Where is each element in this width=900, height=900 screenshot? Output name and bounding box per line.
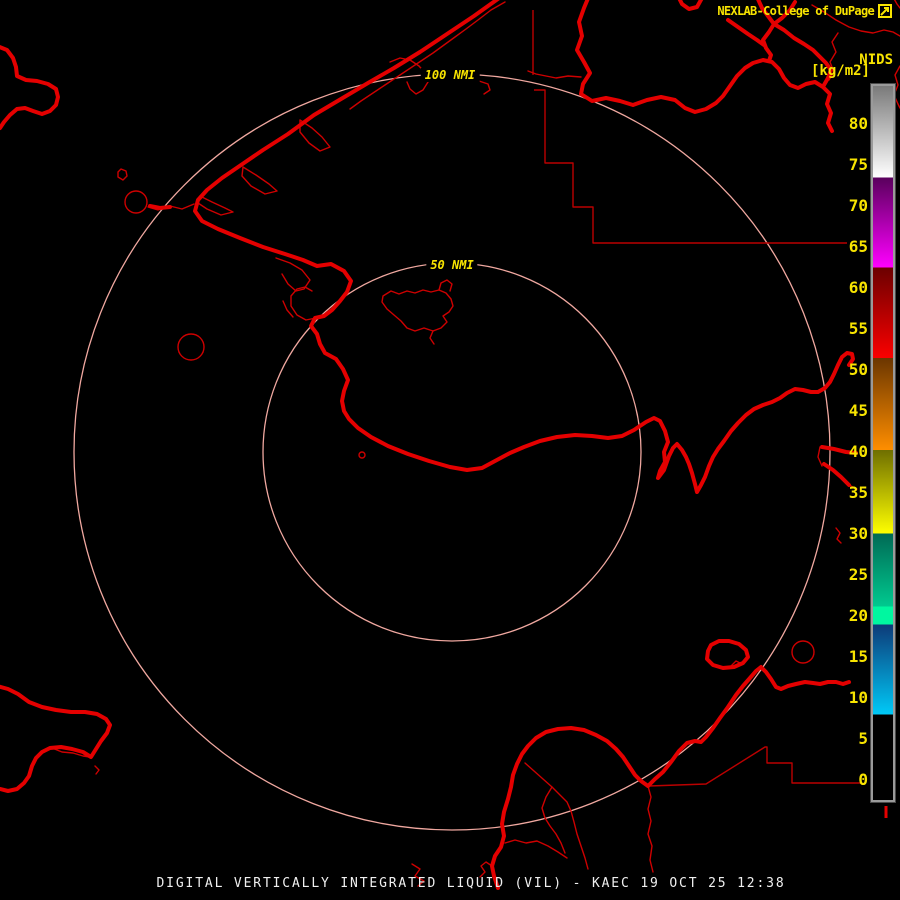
external-link-icon bbox=[878, 4, 892, 18]
island-outline bbox=[299, 119, 331, 152]
river-path bbox=[647, 785, 654, 873]
shoreline-detail-path bbox=[527, 70, 582, 79]
island-outline bbox=[117, 168, 128, 181]
range-ring-50nmi bbox=[262, 262, 642, 642]
colorbar-tick-label: 40 bbox=[848, 442, 868, 461]
coastline-path bbox=[0, 684, 112, 793]
colorbar-tick-label: 45 bbox=[848, 401, 868, 420]
island-circle bbox=[124, 190, 148, 214]
colorbar-tick-label: 15 bbox=[848, 647, 868, 666]
coastline-path bbox=[193, 0, 855, 494]
estuary-outline bbox=[381, 289, 454, 332]
shoreline-detail-path bbox=[479, 861, 493, 878]
island-outline bbox=[197, 195, 234, 216]
range-ring-label-100nmi: 100 NMI bbox=[420, 68, 480, 82]
coastline-path bbox=[0, 45, 60, 130]
lake-outline bbox=[705, 639, 750, 670]
island-outline bbox=[241, 166, 278, 195]
radar-viewer-screen: NEXLAB-College of DuPage NIDS [kg/m2] 80… bbox=[0, 0, 900, 900]
colorbar-tick-label: 10 bbox=[848, 688, 868, 707]
colorbar-units: [kg/m2] bbox=[810, 63, 870, 79]
colorbar-tick-label: 80 bbox=[848, 114, 868, 133]
colorbar-tick-label: 75 bbox=[848, 155, 868, 174]
coastline-path bbox=[677, 0, 704, 11]
island-circle bbox=[177, 333, 205, 361]
brand-label: NEXLAB-College of DuPage bbox=[717, 4, 874, 18]
range-ring-label-50nmi: 50 NMI bbox=[426, 258, 478, 272]
radar-map-canvas bbox=[0, 0, 900, 890]
product-caption: DIGITAL VERTICALLY INTEGRATED LIQUID (VI… bbox=[156, 876, 786, 891]
colorbar-gradient bbox=[871, 84, 895, 802]
brand-link[interactable]: NEXLAB-College of DuPage bbox=[717, 4, 892, 18]
river-path bbox=[504, 839, 568, 859]
colorbar-tick-label: 65 bbox=[848, 237, 868, 256]
colorbar-tick-label: 25 bbox=[848, 565, 868, 584]
shoreline-detail-path bbox=[349, 1, 506, 110]
colorbar-tick-label: 0 bbox=[858, 770, 868, 789]
colorbar-tick-label: 5 bbox=[858, 729, 868, 748]
coastline-path bbox=[646, 665, 851, 788]
shoreline-detail-path bbox=[148, 204, 172, 210]
lake-circle bbox=[791, 640, 815, 664]
colorbar-tick-label: 30 bbox=[848, 524, 868, 543]
shoreline-detail-path bbox=[290, 286, 317, 321]
island-dot bbox=[358, 451, 366, 459]
colorbar-tick-label: 20 bbox=[848, 606, 868, 625]
colorbar-tick-label: 55 bbox=[848, 319, 868, 338]
colorbar-tick-label: 50 bbox=[848, 360, 868, 379]
river-path bbox=[524, 762, 589, 870]
colorbar-tick-label: 60 bbox=[848, 278, 868, 297]
colorbar-tick-label: 35 bbox=[848, 483, 868, 502]
colorbar-tick-label: 70 bbox=[848, 196, 868, 215]
